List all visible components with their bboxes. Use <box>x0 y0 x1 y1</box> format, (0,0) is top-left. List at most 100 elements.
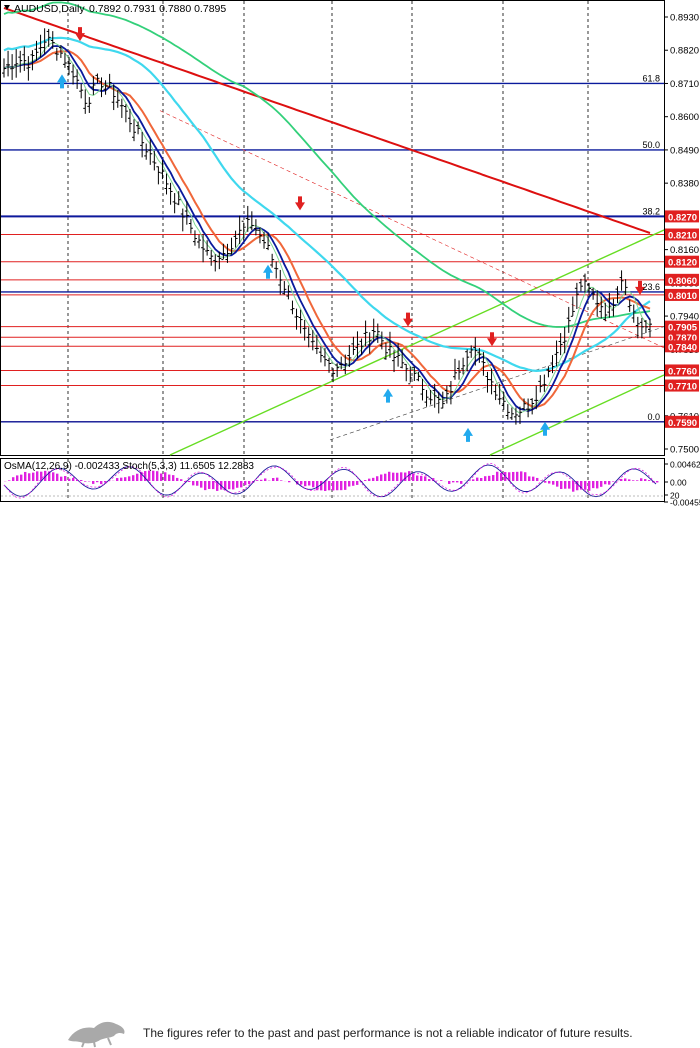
osma-histogram-bar <box>116 478 118 481</box>
osma-histogram-bar <box>36 471 38 481</box>
osma-histogram-bar <box>336 481 338 490</box>
osma-histogram-bar <box>532 477 534 481</box>
osma-histogram-bar <box>624 478 626 481</box>
osma-histogram-bar <box>648 480 650 481</box>
osma-histogram-bar <box>172 475 174 481</box>
osma-histogram-bar <box>68 479 70 481</box>
osma-histogram-bar <box>248 481 250 484</box>
osma-histogram-bar <box>340 481 342 490</box>
osma-histogram-bar <box>96 481 98 482</box>
osma-histogram-bar <box>288 481 290 482</box>
price-tick-label: 0.8600 <box>670 112 699 123</box>
osma-histogram-bar <box>524 472 526 481</box>
osma-histogram-bar <box>280 480 282 481</box>
level-tag-label: 0.7710 <box>668 382 697 393</box>
osma-histogram-bar <box>492 475 494 481</box>
level-tag-label: 0.8010 <box>668 291 697 302</box>
osma-histogram-bar <box>368 479 370 481</box>
fib-label: 38.2 <box>642 206 660 216</box>
osma-histogram-bar <box>424 476 426 481</box>
osma-histogram-bar <box>80 480 82 481</box>
osma-histogram-bar <box>588 481 590 491</box>
osma-histogram-bar <box>400 472 402 481</box>
disclaimer-text: The figures refer to the past and past p… <box>143 1026 633 1040</box>
osma-histogram-bar <box>564 481 566 489</box>
fib-label: 50.0 <box>642 140 660 150</box>
osma-histogram-bar <box>56 474 58 481</box>
osma-histogram-bar <box>20 475 22 481</box>
osma-histogram-bar <box>364 480 366 481</box>
osma-histogram-bar <box>312 481 314 487</box>
osma-histogram-bar <box>568 481 570 489</box>
osma-histogram-bar <box>92 481 94 484</box>
osma-histogram-bar <box>132 475 134 481</box>
osma-histogram-bar <box>440 480 442 481</box>
osma-histogram-bar <box>272 478 274 481</box>
osma-histogram-bar <box>72 478 74 481</box>
osma-histogram-bar <box>392 473 394 481</box>
osma-tick-label: -0.00455 <box>670 498 700 507</box>
osma-histogram-bar <box>636 480 638 481</box>
osma-histogram-bar <box>512 472 514 481</box>
osma-histogram-bar <box>612 481 614 482</box>
osma-histogram-bar <box>28 473 30 481</box>
price-tick-label: 0.8820 <box>670 46 699 57</box>
osma-histogram-bar <box>548 481 550 484</box>
level-tag-label: 0.7590 <box>668 418 697 429</box>
osma-histogram-bar <box>244 481 246 485</box>
osma-histogram-bar <box>520 471 522 481</box>
osma-histogram-bar <box>604 481 606 484</box>
osma-histogram-bar <box>228 481 230 489</box>
osma-histogram-bar <box>632 480 634 481</box>
osma-histogram-bar <box>416 475 418 481</box>
osma-histogram-bar <box>376 476 378 481</box>
osma-histogram-bar <box>160 473 162 481</box>
osma-histogram-bar <box>544 481 546 483</box>
osma-histogram-bar <box>372 478 374 481</box>
osma-histogram-bar <box>476 478 478 481</box>
osma-histogram-bar <box>600 481 602 487</box>
osma-histogram-bar <box>236 481 238 488</box>
osma-histogram-bar <box>212 481 214 489</box>
osma-histogram-bar <box>420 476 422 481</box>
level-tag-label: 0.7760 <box>668 366 697 377</box>
osma-histogram-bar <box>124 477 126 481</box>
osma-histogram-bar <box>388 472 390 481</box>
price-chart[interactable]: 0.89300.88200.87100.86000.84900.83800.82… <box>0 0 700 552</box>
osma-histogram-bar <box>260 480 262 481</box>
osma-histogram-bar <box>152 471 154 481</box>
osma-histogram-bar <box>560 481 562 489</box>
level-tag-label: 0.8060 <box>668 276 697 287</box>
osma-histogram-bar <box>164 472 166 481</box>
osma-histogram-bar <box>484 476 486 481</box>
osma-histogram-bar <box>584 481 586 490</box>
osma-histogram-bar <box>396 473 398 481</box>
price-tick-label: 0.8160 <box>670 245 699 256</box>
osma-tick-label: 0.00 <box>670 478 687 488</box>
price-tick-label: 0.8930 <box>670 13 699 24</box>
osma-histogram-bar <box>8 480 10 481</box>
osma-histogram-bar <box>656 481 658 482</box>
osma-histogram-bar <box>536 478 538 481</box>
osma-histogram-bar <box>264 478 266 481</box>
osma-histogram-bar <box>628 479 630 481</box>
chart-canvas: 0.89300.88200.87100.86000.84900.83800.82… <box>0 0 700 506</box>
osma-histogram-bar <box>128 476 130 481</box>
osma-histogram-bar <box>452 481 454 482</box>
osma-histogram-bar <box>480 478 482 481</box>
osma-histogram-bar <box>356 481 358 485</box>
osma-histogram-bar <box>328 481 330 490</box>
indicator-title: OsMA(12,26,9) -0.002433 Stoch(5,3,3) 11.… <box>4 461 254 472</box>
osma-histogram-bar <box>196 481 198 486</box>
osma-histogram-bar <box>176 478 178 481</box>
osma-histogram-bar <box>204 481 206 490</box>
level-tag-label: 0.7840 <box>668 342 697 353</box>
osma-histogram-bar <box>32 473 34 481</box>
osma-histogram-bar <box>12 477 14 481</box>
osma-histogram-bar <box>556 481 558 487</box>
price-tick-label: 0.8380 <box>670 179 699 190</box>
osma-histogram-bar <box>640 478 642 481</box>
level-tag-label: 0.8120 <box>668 258 697 269</box>
osma-histogram-bar <box>472 479 474 481</box>
osma-histogram-bar <box>516 472 518 481</box>
